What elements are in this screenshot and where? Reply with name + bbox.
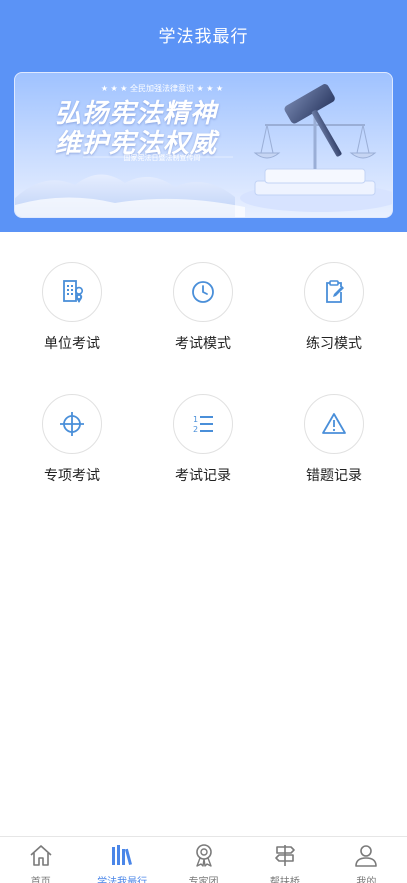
page-title: 学法我最行 [158,27,249,47]
exam-mode-label: 考试模式 [175,336,231,352]
svg-text:2: 2 [193,425,198,434]
wrong-answers-button[interactable]: 错题记录 [274,394,394,485]
signpost-icon [272,843,298,871]
unit-exam-button[interactable]: 单位考试 [12,262,132,353]
wrong-answers-label: 错题记录 [306,468,362,484]
banner-subtitle: 国家宪法日暨法制宣传周 [123,154,201,162]
unit-exam-label: 单位考试 [44,336,100,352]
award-ribbon-icon [191,843,217,871]
home-icon [28,843,54,871]
exam-records-button[interactable]: 1 2 考试记录 [143,394,263,485]
bottom-tab-bar: 首页 学法我最行 专家团 帮扶桥 我的 [0,836,407,883]
tab-home[interactable]: 首页 [0,837,81,883]
clock-icon [173,262,233,322]
building-location-icon [42,262,102,322]
tab-home-label: 首页 [30,877,51,883]
numbered-list-icon: 1 2 [173,394,233,454]
crosshair-icon [42,394,102,454]
banner[interactable]: ★ ★ ★ 全民加强法律意识 ★ ★ ★ 弘扬宪法精神 维护宪法权威 国家宪法日… [14,72,393,218]
books-icon [109,843,135,871]
tab-mine[interactable]: 我的 [326,837,407,883]
exam-mode-button[interactable]: 考试模式 [143,262,263,353]
svg-text:1: 1 [193,415,198,424]
tab-study[interactable]: 学法我最行 [81,837,162,883]
special-exam-label: 专项考试 [44,468,100,484]
tab-help-bridge[interactable]: 帮扶桥 [244,837,325,883]
tab-experts[interactable]: 专家团 [163,837,244,883]
tab-help-bridge-label: 帮扶桥 [269,877,300,883]
tab-mine-label: 我的 [356,877,377,883]
user-icon [353,843,379,871]
warning-triangle-icon [304,394,364,454]
practice-mode-button[interactable]: 练习模式 [274,262,394,353]
header: 学法我最行 ★ ★ ★ 全民加强法律意识 ★ ★ ★ 弘扬宪法精神 维护宪法权威… [0,0,407,232]
exam-records-label: 考试记录 [175,468,231,484]
practice-mode-label: 练习模式 [306,336,362,352]
tab-study-label: 学法我最行 [97,877,148,883]
clipboard-edit-icon [304,262,364,322]
special-exam-button[interactable]: 专项考试 [12,394,132,485]
tab-experts-label: 专家团 [188,877,219,883]
